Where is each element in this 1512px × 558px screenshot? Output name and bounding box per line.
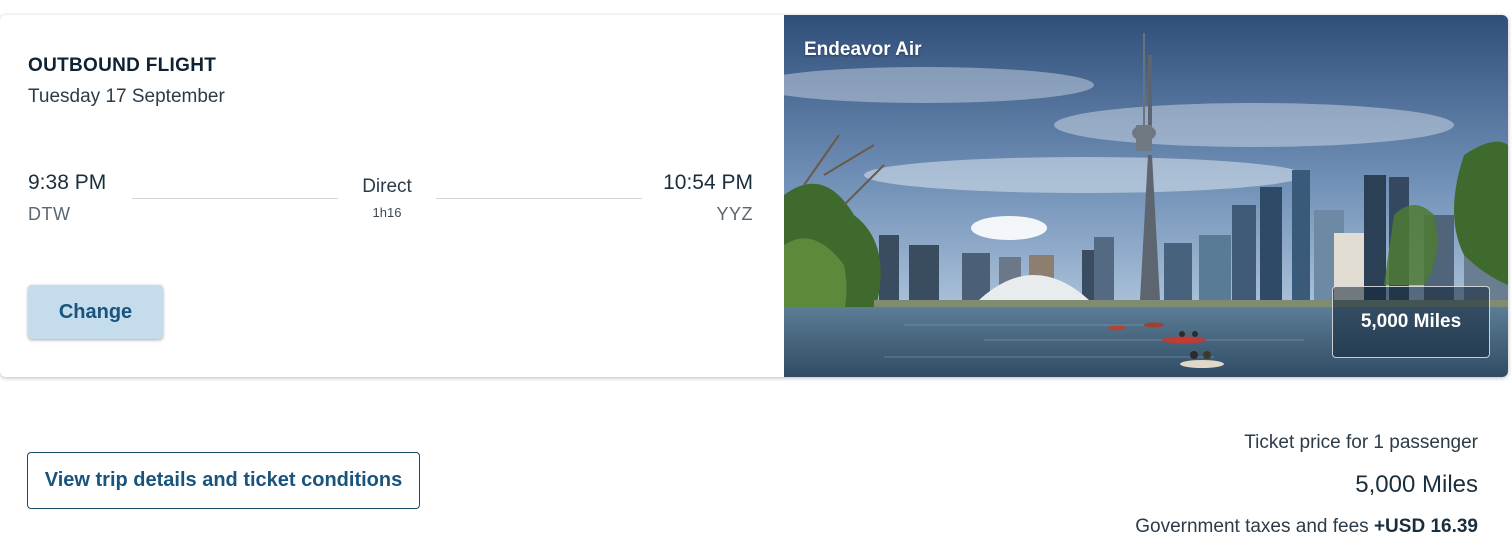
arrival-time: 10:54 PM	[663, 171, 753, 194]
arrival-airport: YYZ	[716, 204, 753, 224]
flight-title: OUTBOUND FLIGHT	[28, 55, 217, 76]
flight-card: OUTBOUND FLIGHT Tuesday 17 September 9:3…	[0, 15, 1508, 377]
taxes-amount: +USD 16.39	[1373, 516, 1478, 537]
ticket-price-miles: 5,000 Miles	[1355, 471, 1478, 498]
route-line-right	[436, 198, 642, 199]
route-line-left	[132, 198, 338, 199]
destination-photo: Endeavor Air 5,000 Miles	[784, 15, 1508, 377]
taxes-line: Government taxes and fees +USD 16.39	[1135, 516, 1478, 538]
ticket-price-label: Ticket price for 1 passenger	[1244, 432, 1478, 453]
flight-date: Tuesday 17 September	[28, 86, 225, 107]
departure-airport: DTW	[28, 204, 71, 224]
taxes-label: Government taxes and fees	[1135, 516, 1369, 537]
stops-label: Direct	[362, 176, 412, 197]
departure-time: 9:38 PM	[28, 171, 107, 194]
change-button[interactable]: Change	[28, 285, 163, 339]
airline-name: Endeavor Air	[804, 39, 922, 60]
flight-duration: 1h16	[372, 205, 402, 220]
miles-badge: 5,000 Miles	[1332, 286, 1490, 358]
trip-details-button[interactable]: View trip details and ticket conditions	[27, 452, 420, 509]
